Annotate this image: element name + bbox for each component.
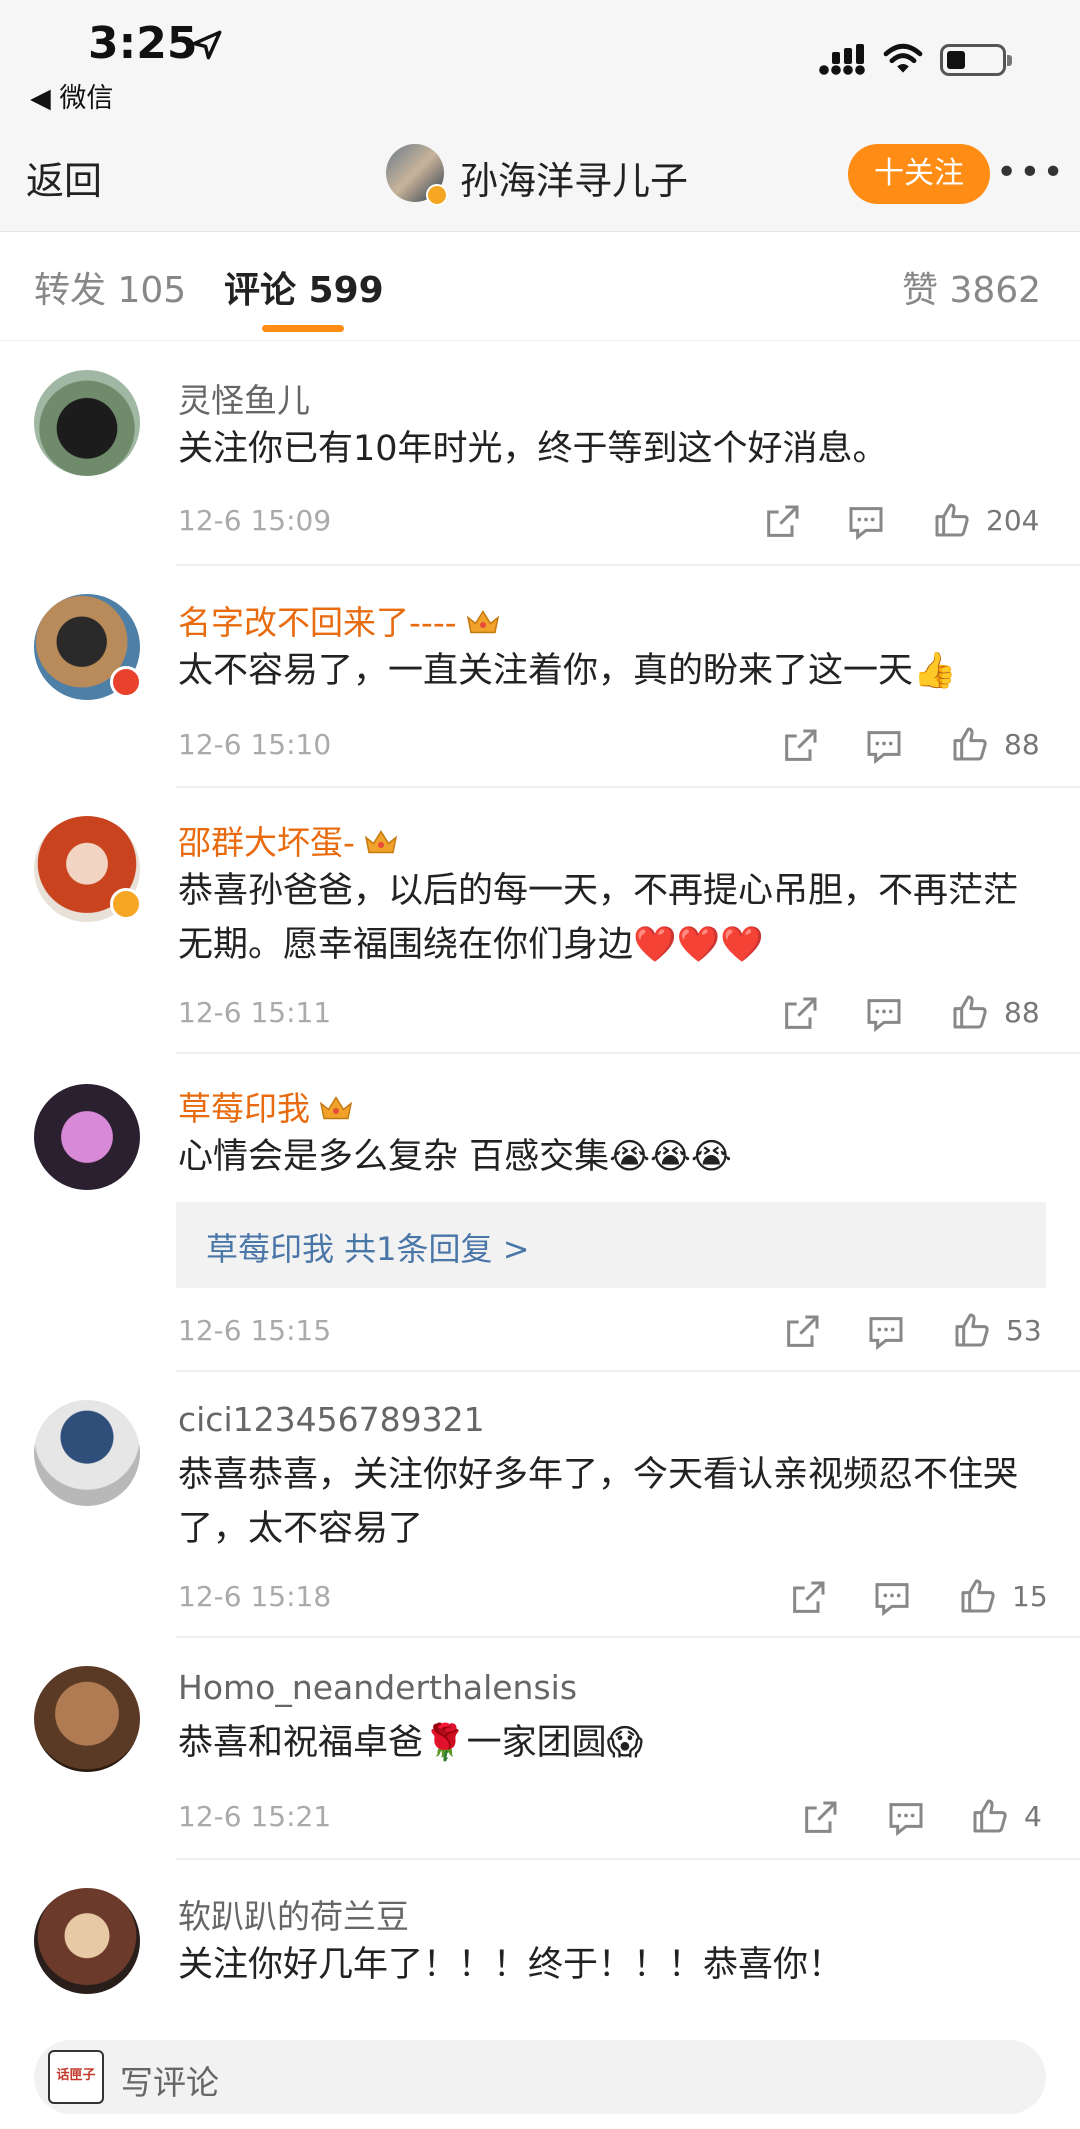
comment-item: 软趴趴的荷兰豆 关注你好几年了！！！终于！！！恭喜你！	[0, 1860, 1080, 2020]
comment-time: 12-6 15:09	[178, 504, 332, 537]
like-icon[interactable]	[970, 1796, 1010, 1836]
tab-bar: 转发 105 评论 599 赞 3862	[0, 233, 1080, 341]
comment-time: 12-6 15:10	[178, 728, 332, 761]
reply-icon[interactable]	[864, 726, 904, 766]
share-icon[interactable]	[788, 1578, 828, 1618]
tab-comments[interactable]: 评论 599	[224, 261, 384, 313]
tab-likes[interactable]: 赞 3862	[902, 261, 1041, 313]
tab-reposts[interactable]: 转发 105	[34, 261, 186, 313]
avatar[interactable]	[34, 1888, 140, 1994]
reply-icon[interactable]	[846, 502, 886, 542]
vip-crown-icon	[319, 1096, 353, 1120]
avatar[interactable]	[34, 1084, 140, 1190]
comment-text: 恭喜恭喜，关注你好多年了，今天看认亲视频忍不住哭了，太不容易了	[178, 1455, 1019, 1549]
like-icon[interactable]	[950, 724, 990, 764]
bottom-bar: 话匣子 写评论	[0, 2020, 1080, 2129]
reply-icon[interactable]	[872, 1578, 912, 1618]
comment-time: 12-6 15:18	[178, 1580, 332, 1613]
like-count: 53	[1006, 1314, 1042, 1347]
like-count: 204	[986, 504, 1040, 537]
status-time: 3:25	[88, 18, 198, 69]
comment-text: 心情会是多么复杂 百感交集😭😭😭	[178, 1137, 732, 1177]
radio-logo: 话匣子	[48, 2050, 104, 2104]
comment-time: 12-6 15:21	[178, 1800, 332, 1833]
active-tab-indicator	[262, 325, 344, 332]
comment-text: 太不容易了，一直关注着你，真的盼来了这一天👍	[178, 651, 957, 691]
comment-time: 12-6 15:15	[178, 1314, 332, 1347]
follow-button[interactable]: 十关注	[848, 144, 990, 204]
share-icon[interactable]	[780, 726, 820, 766]
comment-item: Homo_neanderthalensis 恭喜和祝福卓爸🌹一家团圆😱 12-6…	[0, 1638, 1080, 1860]
comment-text: 恭喜孙爸爸，以后的每一天，不再提心吊胆，不再茫茫无期。愿幸福围绕在你们身边❤️❤…	[178, 871, 1019, 965]
comment-text: 关注你好几年了！！！终于！！！恭喜你！	[178, 1945, 844, 1985]
share-icon[interactable]	[782, 1312, 822, 1352]
more-options-button[interactable]: •••	[996, 148, 1066, 198]
like-icon[interactable]	[958, 1576, 998, 1616]
comment-author[interactable]: cici123456789321	[178, 1400, 485, 1439]
comment-text: 恭喜和祝福卓爸🌹一家团圆😱	[178, 1723, 644, 1763]
reply-preview-link[interactable]: 草莓印我 共1条回复 >	[206, 1224, 530, 1270]
back-button[interactable]: 返回	[26, 150, 102, 205]
comment-author[interactable]: Homo_neanderthalensis	[178, 1668, 577, 1707]
comment-text: 关注你已有10年时光，终于等到这个好消息。	[178, 429, 888, 469]
comment-author[interactable]: 软趴趴的荷兰豆	[178, 1890, 409, 1938]
share-icon[interactable]	[780, 994, 820, 1034]
reply-icon[interactable]	[864, 994, 904, 1034]
cellular-signal-icon	[819, 44, 865, 75]
battery-icon	[940, 44, 1012, 76]
verified-badge-icon	[426, 184, 448, 206]
share-icon[interactable]	[800, 1798, 840, 1838]
like-icon[interactable]	[932, 500, 972, 540]
avatar[interactable]	[34, 1666, 140, 1772]
comment-item: 名字改不回来了---- 太不容易了，一直关注着你，真的盼来了这一天👍 12-6 …	[0, 566, 1080, 788]
avatar[interactable]	[34, 1400, 140, 1506]
comment-item: 邵群大坏蛋- 恭喜孙爸爸，以后的每一天，不再提心吊胆，不再茫茫无期。愿幸福围绕在…	[0, 788, 1080, 1054]
comment-author[interactable]: 邵群大坏蛋-	[178, 816, 399, 864]
verified-badge-icon	[110, 666, 142, 698]
comment-time: 12-6 15:11	[178, 996, 332, 1029]
comment-item: 草莓印我 心情会是多么复杂 百感交集😭😭😭 草莓印我 共1条回复 > 12-6 …	[0, 1054, 1080, 1372]
vip-crown-icon	[364, 830, 398, 854]
back-to-wechat-link[interactable]: ◀ 微信	[30, 76, 113, 115]
reply-preview[interactable]: 草莓印我 共1条回复 >	[176, 1202, 1046, 1288]
write-comment-input[interactable]: 话匣子 写评论	[34, 2040, 1046, 2114]
comment-item: 灵怪鱼儿 关注你已有10年时光，终于等到这个好消息。 12-6 15:09 20…	[0, 342, 1080, 566]
reply-icon[interactable]	[866, 1312, 906, 1352]
location-arrow-icon	[192, 30, 222, 60]
share-icon[interactable]	[762, 502, 802, 542]
comment-item: cici123456789321 恭喜恭喜，关注你好多年了，今天看认亲视频忍不住…	[0, 1372, 1080, 1638]
comment-author[interactable]: 草莓印我	[178, 1082, 354, 1130]
like-icon[interactable]	[952, 1310, 992, 1350]
comment-author[interactable]: 名字改不回来了----	[178, 596, 501, 644]
like-icon[interactable]	[950, 992, 990, 1032]
like-count: 88	[1004, 728, 1040, 761]
wifi-icon	[883, 43, 923, 73]
avatar[interactable]	[34, 370, 140, 476]
verified-badge-icon	[110, 888, 142, 920]
page-title[interactable]: 孙海洋寻儿子	[460, 150, 688, 205]
like-count: 4	[1024, 1800, 1042, 1833]
like-count: 88	[1004, 996, 1040, 1029]
like-count: 15	[1012, 1580, 1048, 1613]
write-comment-placeholder[interactable]: 写评论	[120, 2056, 219, 2104]
vip-crown-icon	[466, 610, 499, 634]
top-bar: 3:25 ◀ 微信 返回 孙海洋寻儿子 十关注 •••	[0, 0, 1080, 232]
comment-author[interactable]: 灵怪鱼儿	[178, 374, 310, 422]
reply-icon[interactable]	[886, 1798, 926, 1838]
